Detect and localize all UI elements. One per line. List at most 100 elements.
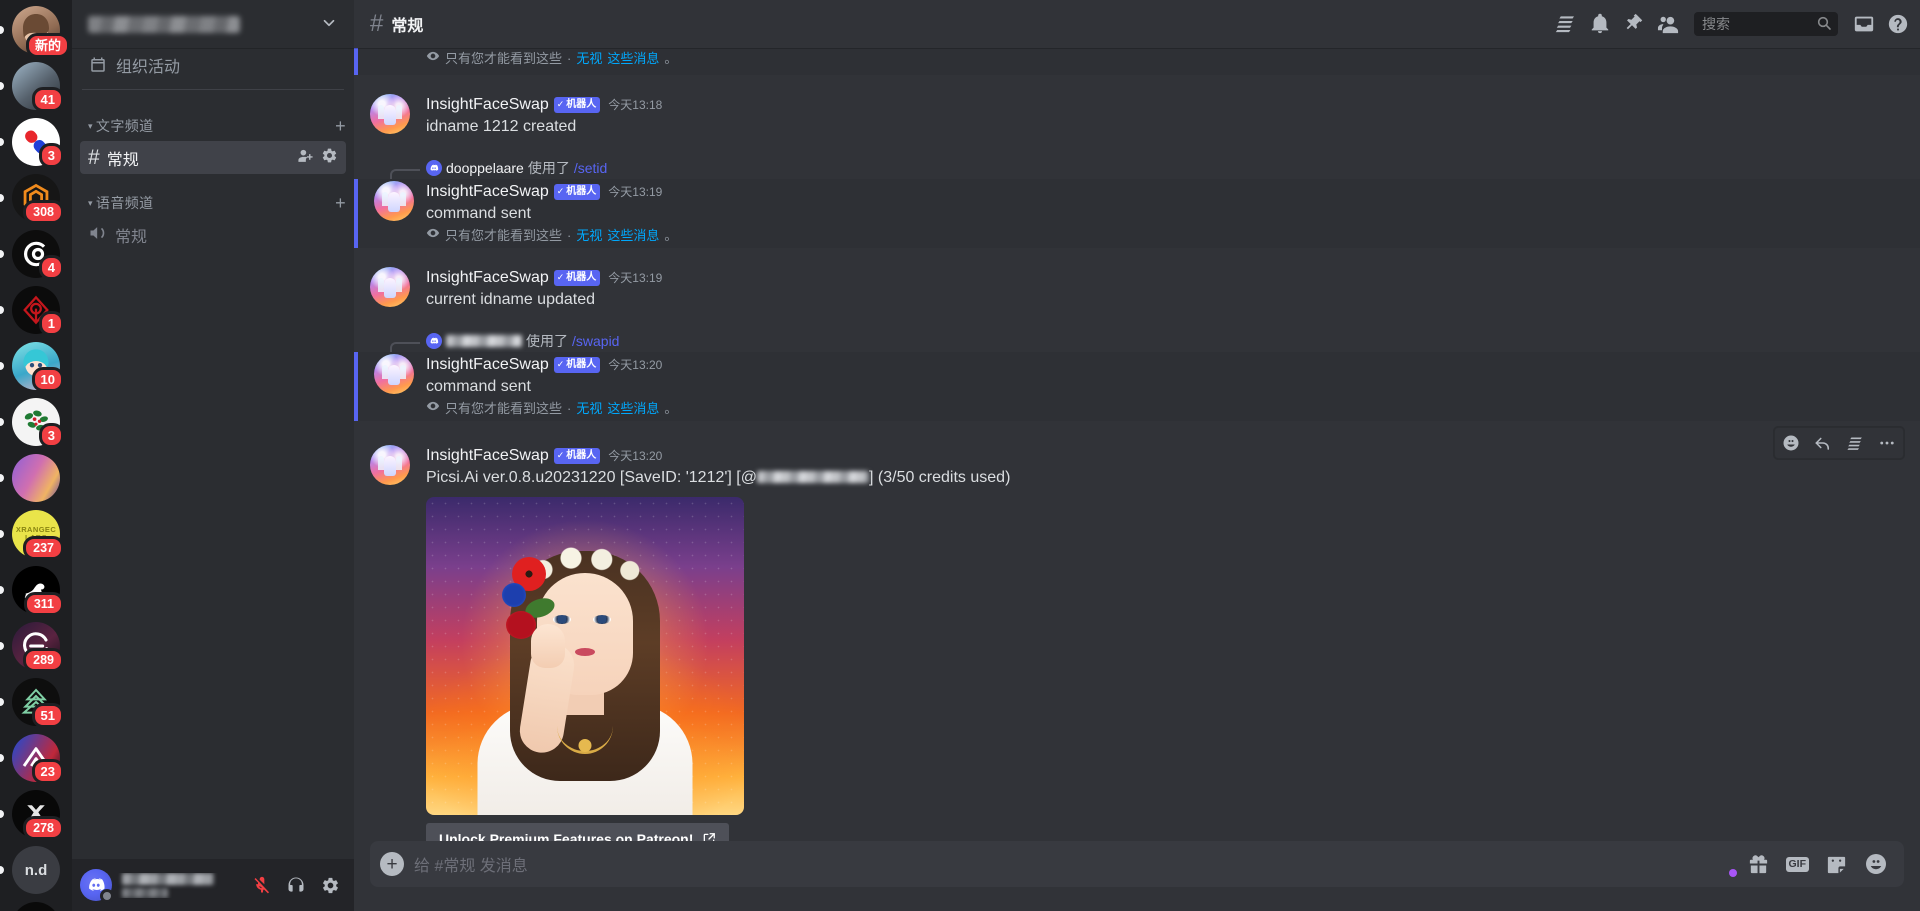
inbox-icon[interactable] (1850, 10, 1878, 38)
message-hover-toolbar[interactable] (1774, 427, 1904, 459)
threads-icon[interactable] (1552, 10, 1580, 38)
message-author[interactable]: InsightFaceSwap (426, 267, 549, 289)
message-list[interactable]: 只有您才能看到这些 · 无视 这些消息。 InsightFaceSwap ✓ 机器人 今天… (354, 48, 1920, 841)
username-redacted (757, 471, 869, 483)
add-reaction-icon[interactable] (1775, 428, 1807, 458)
message-author[interactable]: InsightFaceSwap (426, 445, 549, 467)
pinned-messages-icon[interactable] (1620, 10, 1648, 38)
ignore-link[interactable]: 无视 (576, 49, 602, 69)
these-messages-link[interactable]: 这些消息 (607, 226, 659, 246)
sidebar-item-voice-常规[interactable]: 常规 (80, 218, 346, 251)
user-identity[interactable] (116, 872, 242, 898)
server-icon-1[interactable]: 新的 (0, 6, 72, 58)
patreon-link-button[interactable]: Unlock Premium Features on Patreon! (426, 823, 730, 841)
sidebar-item-text-常规[interactable]: # 常规 (80, 141, 346, 174)
server-icon-2[interactable]: 41 (0, 62, 72, 112)
server-icon-6[interactable]: 1 (0, 286, 72, 336)
avatar[interactable] (374, 354, 414, 394)
server-icon-12[interactable]: 289 (0, 622, 72, 672)
unread-count-badge: 237 (23, 535, 64, 560)
help-icon[interactable] (1884, 10, 1912, 38)
server-icon-4[interactable]: 308 (0, 174, 72, 224)
eye-icon (426, 399, 440, 419)
category-1[interactable]: ▾ 文字频道 + (72, 98, 354, 140)
server-icon-3[interactable]: 3 (0, 118, 72, 168)
server-icon-13[interactable]: 51 (0, 678, 72, 728)
invite-icon[interactable] (297, 147, 314, 169)
server-icon-11[interactable]: 311 (0, 566, 72, 616)
unread-count-badge: 10 (31, 367, 64, 392)
message-author[interactable]: InsightFaceSwap (426, 354, 549, 376)
message-author[interactable]: InsightFaceSwap (426, 181, 549, 203)
create-channel-icon[interactable]: + (335, 194, 346, 212)
create-channel-icon[interactable]: + (335, 117, 346, 135)
category-label: 文字频道 (95, 118, 154, 134)
server-icon-17[interactable]: 23 (0, 902, 72, 911)
headphones-icon[interactable] (280, 869, 312, 901)
avatar[interactable] (374, 181, 414, 221)
server-nd[interactable]: n.d (12, 846, 60, 894)
command-user[interactable]: dooppelaare (446, 159, 524, 177)
image-eye-right (592, 614, 611, 624)
search-input[interactable]: 搜索 (1694, 12, 1838, 36)
category-2[interactable]: ▾ 语音频道 + (72, 175, 354, 217)
server-icon-16[interactable]: n.d (0, 846, 72, 894)
server-rail[interactable]: 新的41330841103XRANGECLABS2373112895123278… (0, 0, 72, 911)
microphone-muted-icon[interactable] (246, 869, 278, 901)
server-icon-7[interactable]: 10 (0, 342, 72, 392)
discord-app-window: 新的41330841103XRANGECLABS2373112895123278… (0, 0, 1920, 911)
generated-image-attachment[interactable] (426, 497, 744, 815)
ignore-link[interactable]: 无视 (576, 399, 602, 419)
reply-icon[interactable] (1807, 428, 1839, 458)
composer-box[interactable]: + 给 #常规 发消息 GIF (370, 841, 1904, 887)
bot-badge: ✓ 机器人 (553, 357, 601, 373)
channel-label: 常规 (106, 151, 139, 169)
ignore-link[interactable]: 无视 (576, 226, 602, 246)
message-author[interactable]: InsightFaceSwap (426, 94, 549, 116)
slash-command[interactable]: /swapid (572, 332, 619, 350)
calendar-icon (88, 55, 108, 75)
eye-icon (426, 226, 440, 246)
avatar[interactable] (370, 267, 410, 307)
avatar[interactable] (370, 445, 410, 485)
user-settings-icon[interactable] (314, 869, 346, 901)
slash-command[interactable]: /setid (574, 159, 607, 177)
create-thread-icon[interactable] (1839, 428, 1871, 458)
more-options-icon[interactable] (1871, 428, 1903, 458)
avatar[interactable] (370, 94, 410, 134)
server-icon-8[interactable]: 3 (0, 398, 72, 448)
attach-plus-icon[interactable]: + (370, 842, 414, 886)
message-timestamp: 今天13:19 (608, 271, 663, 285)
server-orb[interactable] (12, 454, 60, 502)
member-list-icon[interactable] (1654, 10, 1682, 38)
server-icon-9[interactable] (0, 454, 72, 502)
avatar[interactable] (80, 869, 114, 903)
guild-header-dropdown[interactable] (72, 0, 354, 48)
server-icon-5[interactable]: 4 (0, 230, 72, 280)
avatar-figure (388, 191, 400, 212)
these-messages-link[interactable]: 这些消息 (607, 399, 659, 419)
message-timestamp: 今天13:18 (608, 98, 663, 112)
these-messages-link[interactable]: 这些消息 (607, 49, 659, 69)
sidebar-divider (82, 89, 344, 90)
server-icon-14[interactable]: 23 (0, 734, 72, 784)
notifications-icon[interactable] (1586, 10, 1614, 38)
message-header: InsightFaceSwap ✓ 机器人 今天13:19 (426, 181, 1872, 203)
gift-icon[interactable] (1747, 853, 1770, 876)
server-unread-pill (0, 474, 4, 482)
server-icon-15[interactable]: 278 (0, 790, 72, 840)
emoji-icon[interactable] (1864, 852, 1888, 876)
server-xk[interactable] (12, 902, 60, 911)
server-unread-pill (0, 362, 4, 370)
search-icon (1816, 15, 1832, 34)
server-icon-10[interactable]: XRANGECLABS237 (0, 510, 72, 560)
unread-count-badge: 1 (38, 311, 64, 336)
sidebar-item-events[interactable]: 组织活动 (80, 49, 346, 81)
message-input[interactable]: 给 #常规 发消息 (414, 841, 1729, 887)
channel-header: # 常规 搜索 (354, 0, 1920, 48)
verified-check-icon: ✓ (556, 359, 565, 369)
gif-icon[interactable]: GIF (1785, 856, 1809, 872)
settings-icon[interactable] (321, 147, 338, 169)
username-redacted (122, 872, 214, 885)
sticker-icon[interactable] (1825, 853, 1848, 876)
